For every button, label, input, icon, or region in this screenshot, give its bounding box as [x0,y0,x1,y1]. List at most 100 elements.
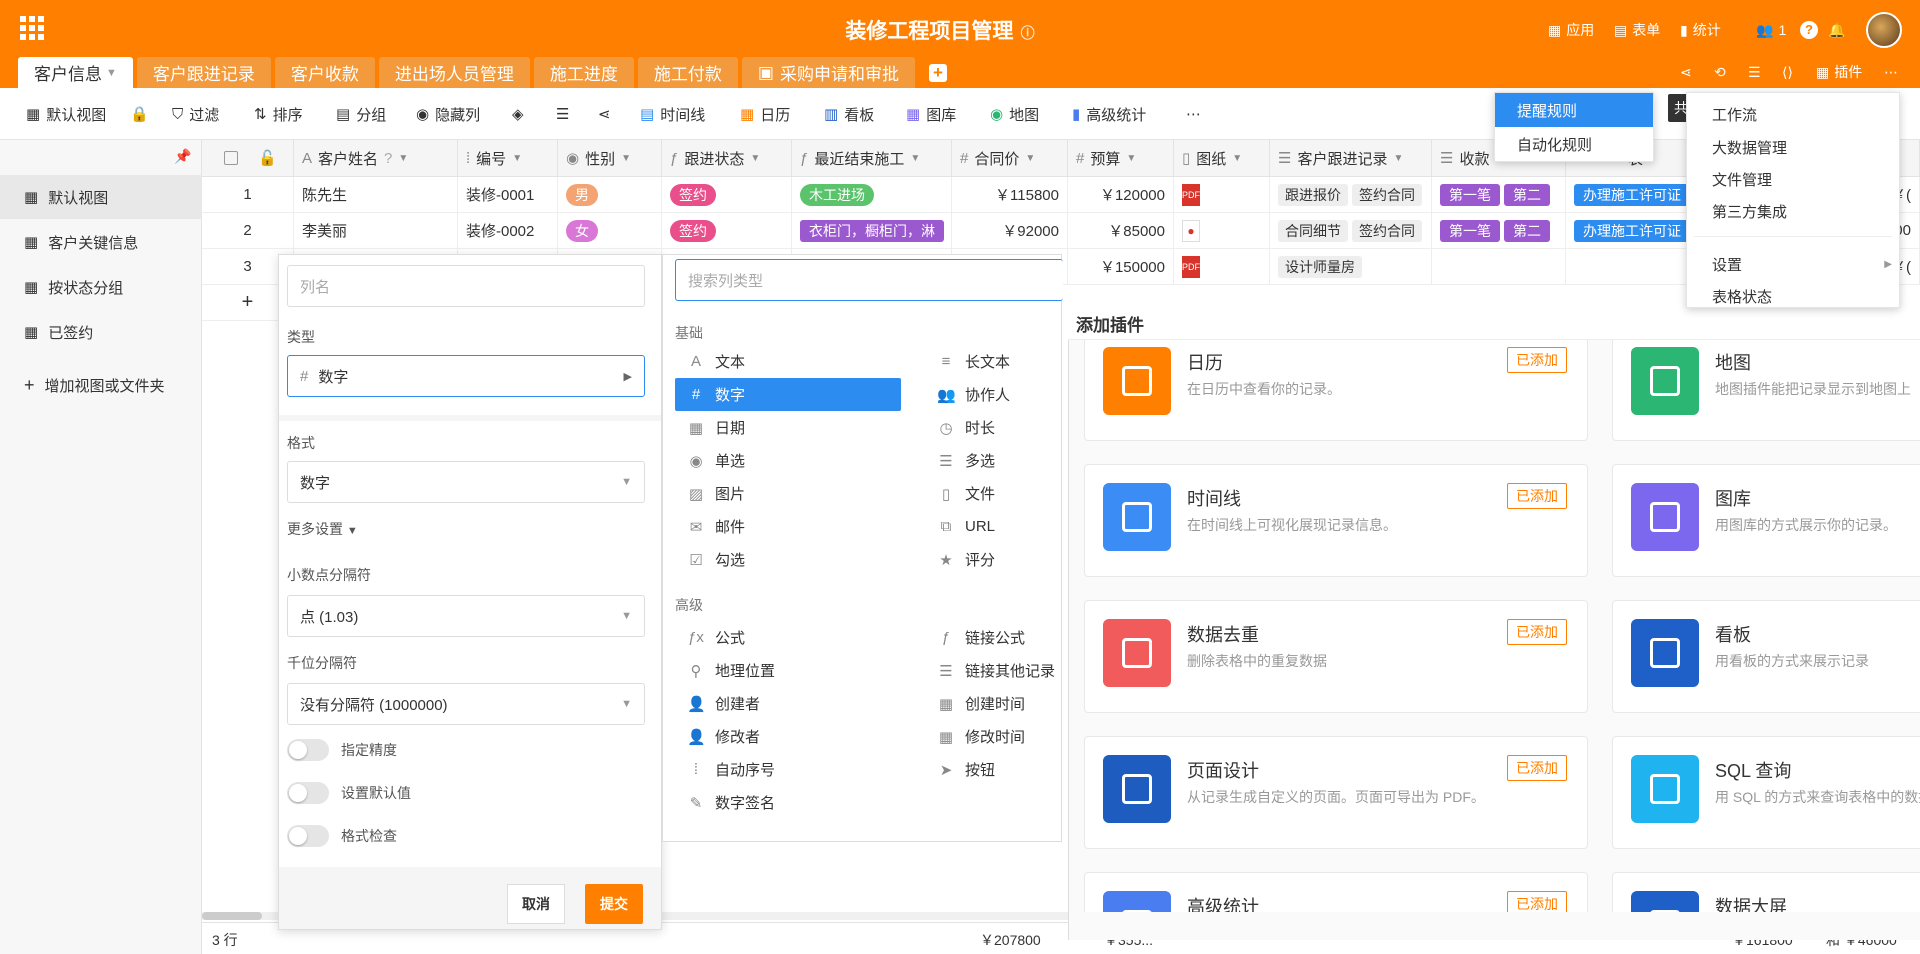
checkbox[interactable] [224,151,238,165]
type-button[interactable]: ➤ 按钮 [925,753,1063,786]
tab-follow-up[interactable]: 客户跟进记录 [136,57,271,88]
more-options-icon[interactable]: ⋯ [1186,102,1201,126]
type-geolocation[interactable]: ⚲ 地理位置 [675,654,901,687]
added-badge[interactable]: 已添加 [1507,347,1567,373]
code-icon[interactable]: ⟨⟩ [1782,60,1793,84]
type-link-formula[interactable]: ƒ 链接公式 [925,621,1063,654]
precision-toggle[interactable] [287,739,329,761]
map-button[interactable]: ◉ 地图 [990,102,1039,126]
forms-button[interactable]: ▤ 表单 [1614,18,1660,42]
cell-stage[interactable]: 木工进场 [792,177,952,213]
reminder-rules-item[interactable]: 提醒规则 [1495,93,1653,127]
type-collaborator[interactable]: 👥 协作人 [925,378,1063,411]
plugin-card[interactable]: 时间线 在时间线上可视化展现记录信息。 已添加 [1084,464,1588,577]
tab-construction-pay[interactable]: 施工付款 [637,57,738,88]
menu-item-integration[interactable]: 第三方集成 [1712,195,1912,227]
table-row[interactable]: 2 李美丽 装修-0002 女 签约 衣柜门，橱柜门，淋 ￥92000 ￥850… [202,213,1920,249]
chevron-down-icon[interactable]: ▼ [512,153,522,164]
type-modifier[interactable]: 👤 修改者 [675,720,901,753]
type-duration[interactable]: ◷ 时长 [925,411,1063,444]
cell-contract[interactable]: ￥115800 [952,177,1068,213]
chevron-down-icon[interactable]: ▼ [1232,153,1242,164]
cell-name[interactable]: 陈先生 [294,177,458,213]
sort-button[interactable]: ⇅ 排序 [254,102,303,126]
type-autonumber[interactable]: ⁞ 自动序号 [675,753,901,786]
type-selector[interactable]: # 数字 ▶ [287,355,645,397]
help-circle-icon[interactable]: ? [384,150,392,167]
history-icon[interactable]: ⟲ [1714,60,1726,84]
added-badge[interactable]: 已添加 [1507,891,1567,912]
cell-follow[interactable]: 跟进报价 签约合同 [1270,177,1432,213]
plugin-card[interactable]: 数据大屏 [1612,872,1920,912]
format-select[interactable]: 数字 ▼ [287,461,645,503]
column-header-code[interactable]: ⁞ 编号 ▼ [458,140,558,177]
menu-item-settings[interactable]: 设置 ▶ [1712,248,1892,280]
members-button[interactable]: 👥 1 [1756,18,1786,42]
type-long-text[interactable]: ≡ 长文本 [925,345,1063,378]
cell-sex[interactable]: 男 [558,177,662,213]
cancel-button[interactable]: 取消 [507,884,565,924]
sidebar-view-signed[interactable]: ▦ 已签约 [0,310,202,354]
chevron-down-icon[interactable]: ▼ [621,153,631,164]
chevron-down-icon[interactable]: ▼ [750,153,760,164]
hide-columns-button[interactable]: ◉ 隐藏列 [416,102,480,126]
column-header-status[interactable]: ƒ 跟进状态 ▼ [662,140,792,177]
avatar[interactable] [1866,12,1902,48]
add-table-button[interactable]: + [919,57,957,88]
column-header-sex[interactable]: ◉ 性别 ▼ [558,140,662,177]
thousand-select[interactable]: 没有分隔符 (1000000) ▼ [287,683,645,725]
more-settings-toggle[interactable]: 更多设置 ▼ [287,519,358,539]
chevron-down-icon[interactable]: ▼ [398,153,408,164]
type-email[interactable]: ✉ 邮件 [675,510,901,543]
menu-item-table-status[interactable]: 表格状态 [1712,280,1912,312]
type-created-time[interactable]: ▦ 创建时间 [925,687,1063,720]
cell-permit[interactable]: 办理施工许可证 [1566,213,1688,249]
plugins-button[interactable]: ▦ 插件 [1816,60,1862,84]
timeline-button[interactable]: ▤ 时间线 [640,102,705,126]
plugin-card[interactable]: 地图 地图插件能把记录显示到地图上 [1612,340,1920,441]
menu-item-workflow[interactable]: 工作流 [1712,98,1912,130]
kanban-button[interactable]: ▥ 看板 [824,102,874,126]
plugin-card[interactable]: 页面设计 从记录生成自定义的页面。页面可导出为 PDF。 已添加 [1084,736,1588,849]
unlock-icon[interactable]: 🔓 [258,149,277,167]
apps-button[interactable]: ▦ 应用 [1548,18,1594,42]
chevron-down-icon[interactable]: ▼ [1393,153,1403,164]
table-row[interactable]: 1 陈先生 装修-0001 男 签约 木工进场 ￥115800 ￥120000 … [202,177,1920,213]
cell-code[interactable]: 装修-0002 [458,213,558,249]
tab-progress[interactable]: 施工进度 [533,57,634,88]
type-number[interactable]: # 数字 [675,378,901,411]
cell-payment[interactable]: 第一笔 第二 [1432,213,1566,249]
filter-button[interactable]: ⛉ 过滤 [172,102,219,126]
view-selector[interactable]: ▦ 默认视图 [26,102,106,126]
column-header-follow[interactable]: ☰ 客户跟进记录 ▼ [1270,140,1432,177]
automation-rules-item[interactable]: 自动化规则 [1495,127,1653,161]
advanced-stats-button[interactable]: ▮ 高级统计 [1072,102,1146,126]
added-badge[interactable]: 已添加 [1507,619,1567,645]
calendar-button[interactable]: ▦ 日历 [740,102,790,126]
info-icon[interactable]: ⓘ [1021,26,1035,42]
pin-icon[interactable]: 📌 [174,148,191,165]
column-name-input[interactable]: 列名 [287,265,645,307]
sidebar-view-key-info[interactable]: ▦ 客户关键信息 [0,220,202,264]
type-text[interactable]: A 文本 [675,345,901,378]
type-creator[interactable]: 👤 创建者 [675,687,901,720]
sidebar-view-default[interactable]: ▦ 默认视图 [0,175,202,219]
menu-item-files[interactable]: 文件管理 [1712,163,1912,195]
cell-permit[interactable] [1566,249,1688,285]
bell-icon[interactable]: 🔔 [1828,18,1845,42]
column-header-name[interactable]: A 客户姓名? ▼ [294,140,458,177]
plugin-card[interactable]: SQL 查询用 SQL 的方式来查询表格中的数据 [1612,736,1920,849]
cell-name[interactable]: 李美丽 [294,213,458,249]
cell-budget[interactable]: ￥120000 [1068,177,1174,213]
sidebar-view-status-group[interactable]: ▦ 按状态分组 [0,265,202,309]
column-header-drawing[interactable]: ▯ 图纸 ▼ [1174,140,1270,177]
menu-item-bigdata[interactable]: 大数据管理 [1712,131,1912,163]
type-modified-time[interactable]: ▦ 修改时间 [925,720,1063,753]
type-file[interactable]: ▯ 文件 [925,477,1063,510]
plugin-card[interactable]: 日历 在日历中查看你的记录。 已添加 [1084,340,1588,441]
tab-purchase[interactable]: ▣ 采购申请和审批 [741,57,915,88]
gallery-button[interactable]: ▦ 图库 [906,102,956,126]
type-image[interactable]: ▨ 图片 [675,477,901,510]
plugin-card[interactable]: 图库 用图库的方式展示你的记录。 [1612,464,1920,577]
cell-code[interactable]: 装修-0001 [458,177,558,213]
